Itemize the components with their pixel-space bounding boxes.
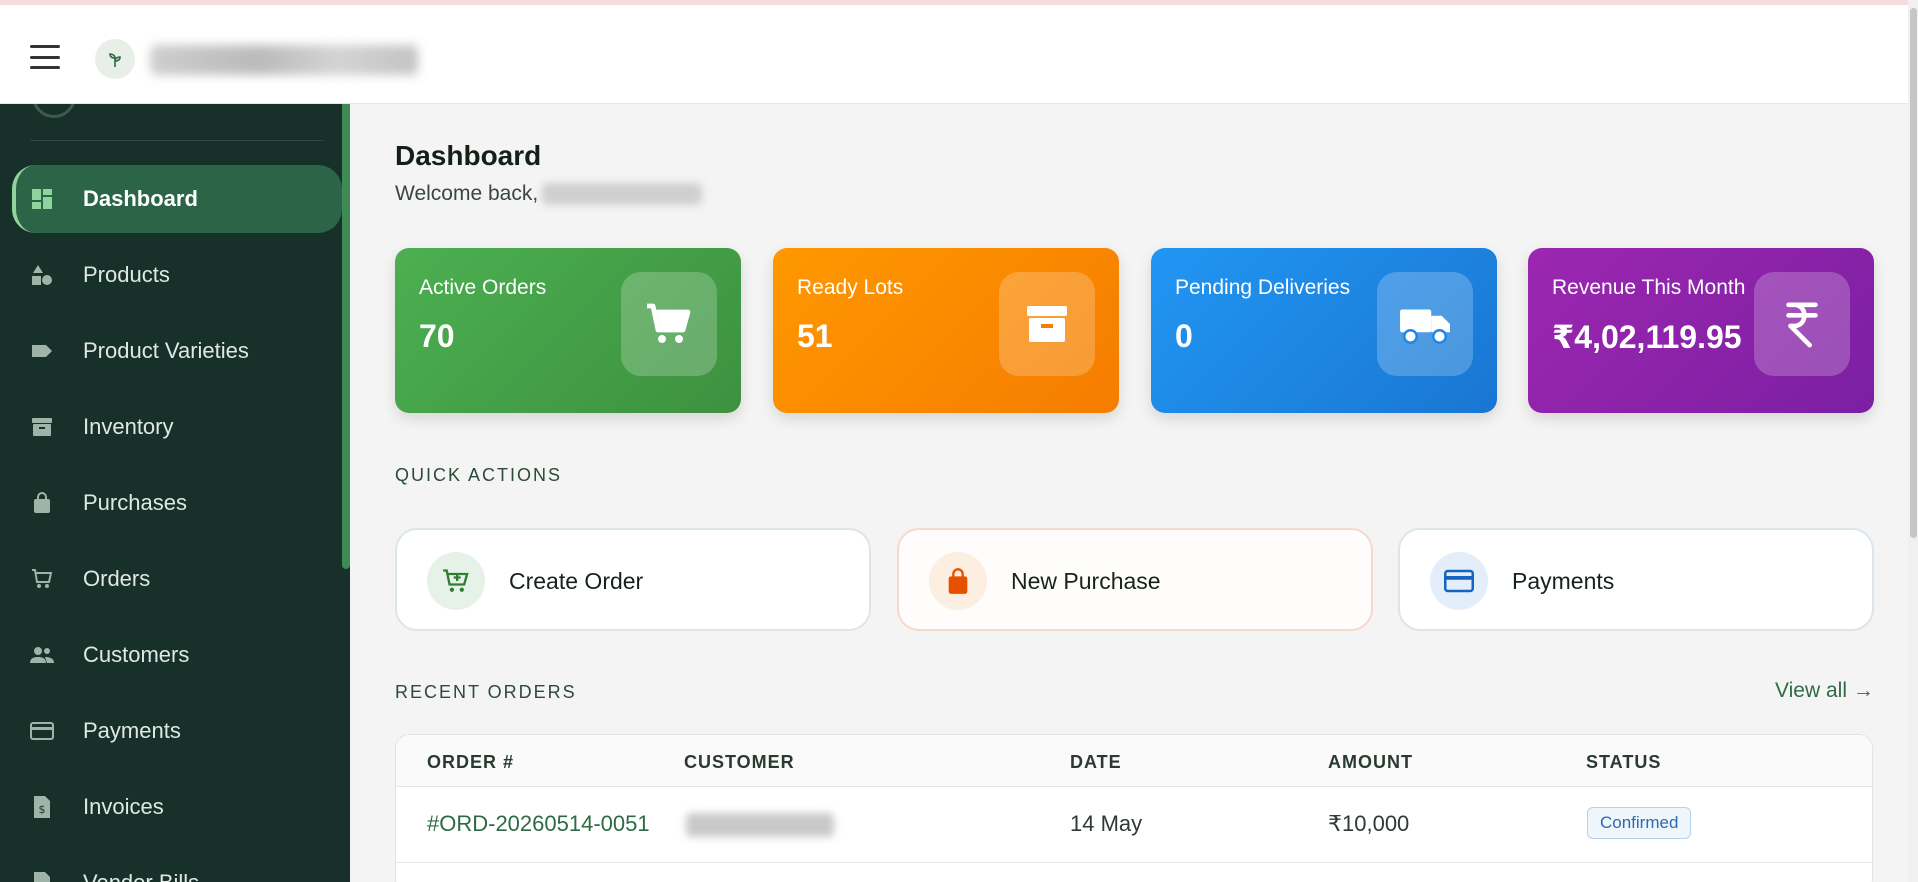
- stat-card-active-orders[interactable]: Active Orders 70: [395, 248, 741, 413]
- sidebar: Dashboard Products Product Varieties Inv…: [0, 74, 350, 882]
- quick-action-label: Create Order: [509, 568, 644, 594]
- sidebar-item-payments[interactable]: Payments: [0, 693, 342, 769]
- tag-icon: [30, 339, 54, 363]
- page-scrollbar[interactable]: [1908, 0, 1918, 882]
- truck-icon: [1377, 272, 1473, 376]
- stat-label: Revenue This Month: [1552, 276, 1746, 299]
- sidebar-item-orders[interactable]: Orders: [0, 541, 342, 617]
- quick-actions-heading: QUICK ACTIONS: [395, 465, 563, 485]
- order-date: 14 May: [1070, 811, 1143, 836]
- cart-icon: [30, 567, 54, 591]
- new-purchase-button[interactable]: New Purchase: [897, 528, 1373, 631]
- sidebar-item-dashboard[interactable]: Dashboard: [0, 161, 342, 237]
- sidebar-item-label: Vendor Bills: [83, 870, 199, 882]
- column-header-status[interactable]: STATUS: [1586, 752, 1661, 773]
- stat-label: Active Orders: [419, 276, 547, 299]
- sidebar-item-customers[interactable]: Customers: [0, 617, 342, 693]
- sidebar-item-label: Purchases: [83, 490, 187, 515]
- table-header: ORDER # CUSTOMER DATE AMOUNT STATUS: [396, 735, 1872, 787]
- column-header-customer[interactable]: CUSTOMER: [684, 752, 795, 773]
- top-bar: [0, 0, 1908, 104]
- sidebar-item-label: Product Varieties: [83, 338, 249, 363]
- dashboard-icon: [30, 187, 54, 211]
- sidebar-nav: Dashboard Products Product Varieties Inv…: [0, 161, 342, 882]
- menu-icon[interactable]: [30, 45, 60, 69]
- sidebar-item-inventory[interactable]: Inventory: [0, 389, 342, 465]
- invoice-icon: $: [30, 795, 54, 819]
- sidebar-item-label: Payments: [83, 718, 181, 743]
- stat-card-ready-lots[interactable]: Ready Lots 51: [773, 248, 1119, 413]
- status-badge: Confirmed: [1587, 807, 1692, 839]
- stat-card-revenue-this-month[interactable]: Revenue This Month ₹4,02,119.95: [1528, 248, 1874, 413]
- column-header-order[interactable]: ORDER #: [427, 752, 514, 773]
- column-header-date[interactable]: DATE: [1070, 752, 1122, 773]
- order-number-link[interactable]: #ORD-20260514-0051: [427, 811, 650, 837]
- brand-name-redacted: [150, 45, 418, 75]
- table-row[interactable]: #ORD-20260514-0051 14 May ₹10,000 Confir…: [396, 787, 1872, 863]
- welcome-label: Welcome back,: [395, 182, 539, 205]
- archive-icon: [30, 415, 54, 439]
- column-header-amount[interactable]: AMOUNT: [1328, 752, 1413, 773]
- sidebar-item-label: Products: [83, 262, 170, 287]
- stat-label: Ready Lots: [797, 276, 904, 299]
- quick-action-label: New Purchase: [1011, 568, 1161, 594]
- stat-label: Pending Deliveries: [1175, 276, 1351, 299]
- sidebar-scrollbar[interactable]: [342, 104, 350, 569]
- credit-card-icon: [30, 719, 54, 743]
- credit-card-icon: [1430, 552, 1488, 610]
- svg-text:$: $: [39, 803, 46, 816]
- sidebar-divider: [30, 140, 324, 141]
- stat-card-pending-deliveries[interactable]: Pending Deliveries 0: [1151, 248, 1497, 413]
- sidebar-item-label: Customers: [83, 642, 190, 667]
- order-amount: ₹10,000: [1328, 811, 1410, 836]
- category-icon: [30, 263, 54, 287]
- customer-name-redacted: [686, 813, 834, 837]
- page-scrollbar-thumb[interactable]: [1910, 8, 1917, 538]
- document-icon: [30, 871, 54, 882]
- shopping-bag-icon: [929, 552, 987, 610]
- stat-value: 0: [1175, 318, 1193, 354]
- sidebar-item-vendor-bills[interactable]: Vendor Bills: [0, 845, 342, 882]
- payments-button[interactable]: Payments: [1398, 528, 1874, 631]
- stat-value: 70: [419, 318, 455, 354]
- recent-orders-table: ORDER # CUSTOMER DATE AMOUNT STATUS #ORD…: [395, 734, 1873, 882]
- sidebar-item-label: Orders: [83, 566, 151, 591]
- add-cart-icon: [427, 552, 485, 610]
- quick-action-label: Payments: [1512, 568, 1615, 594]
- sidebar-item-purchases[interactable]: Purchases: [0, 465, 342, 541]
- archive-icon: [999, 272, 1095, 376]
- sidebar-item-label: Inventory: [83, 414, 174, 439]
- people-icon: [30, 643, 54, 667]
- create-order-button[interactable]: Create Order: [395, 528, 871, 631]
- shopping-bag-icon: [30, 491, 54, 515]
- sidebar-item-invoices[interactable]: $ Invoices: [0, 769, 342, 845]
- sidebar-item-label: Dashboard: [83, 186, 198, 211]
- stat-value: 51: [797, 318, 833, 354]
- user-name-redacted: [542, 183, 703, 206]
- welcome-text: Welcome back,: [395, 182, 703, 206]
- view-all-link[interactable]: View all →: [1775, 679, 1874, 703]
- sidebar-item-products[interactable]: Products: [0, 237, 342, 313]
- page-title: Dashboard: [395, 140, 542, 171]
- sidebar-item-label: Invoices: [83, 794, 164, 819]
- recent-orders-heading: RECENT ORDERS: [395, 682, 577, 702]
- cart-icon: [621, 272, 717, 376]
- stat-value: ₹4,02,119.95: [1552, 319, 1742, 355]
- rupee-icon: [1754, 272, 1850, 376]
- brand-logo[interactable]: [95, 39, 135, 79]
- sidebar-item-product-varieties[interactable]: Product Varieties: [0, 313, 342, 389]
